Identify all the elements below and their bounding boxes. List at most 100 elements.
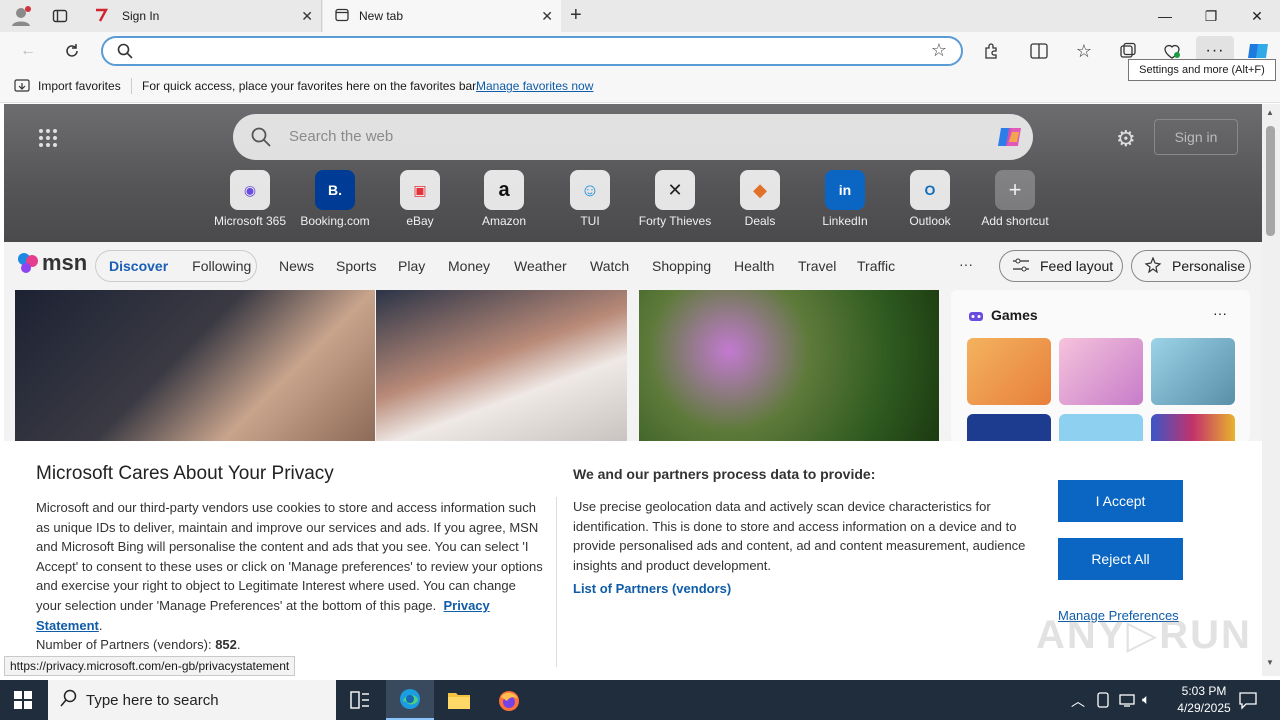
news-image-neurons[interactable] — [639, 290, 939, 442]
page-settings-gear-icon[interactable]: ⚙ — [1116, 126, 1136, 152]
vertical-scrollbar[interactable]: ▲ ▼ — [1262, 104, 1280, 676]
edge-taskbar-icon[interactable] — [386, 680, 434, 720]
scroll-up-icon[interactable]: ▲ — [1266, 108, 1274, 117]
msn-logo[interactable]: msn — [16, 250, 87, 276]
feed-layout-label: Feed layout — [1040, 258, 1114, 274]
nav-watch[interactable]: Watch — [590, 258, 629, 274]
windows-start-icon[interactable] — [14, 691, 32, 712]
hero-background: Search the web ⚙ Sign in ◉ Microsoft 365… — [4, 104, 1262, 242]
address-bar[interactable]: ☆ — [101, 36, 963, 66]
new-tab-plus-icon[interactable]: + — [570, 5, 582, 25]
firefox-icon[interactable] — [497, 689, 521, 716]
game-tile[interactable] — [1059, 338, 1143, 405]
games-panel: Games ··· — [951, 290, 1250, 444]
nav-more-icon[interactable]: ··· — [959, 256, 973, 272]
accept-button[interactable]: I Accept — [1058, 480, 1183, 522]
clock-time[interactable]: 5:03 PM — [1174, 684, 1234, 698]
profile-icon[interactable] — [10, 5, 32, 27]
settings-tooltip: Settings and more (Alt+F) — [1128, 59, 1276, 81]
scroll-thumb[interactable] — [1266, 126, 1275, 236]
import-favorites-icon — [14, 78, 30, 97]
nav-health[interactable]: Health — [734, 258, 774, 274]
shortcut-deals[interactable]: ◆ Deals — [715, 170, 805, 228]
msn-sign-in-button[interactable]: Sign in — [1154, 119, 1238, 155]
task-view-icon[interactable] — [350, 691, 370, 712]
privacy-divider — [556, 497, 557, 667]
ebay-icon: ▣ — [400, 170, 440, 210]
notifications-icon[interactable] — [1238, 690, 1258, 713]
list-of-partners-link[interactable]: List of Partners (vendors) — [573, 581, 731, 596]
nav-money[interactable]: Money — [448, 258, 490, 274]
scroll-down-icon[interactable]: ▼ — [1266, 658, 1274, 667]
copilot-icon[interactable] — [995, 122, 1025, 155]
nav-shopping[interactable]: Shopping — [652, 258, 711, 274]
manage-favorites-link[interactable]: Manage favorites now — [476, 79, 593, 93]
apps-grid-icon[interactable] — [38, 128, 58, 151]
close-window-icon[interactable]: ✕ — [1234, 0, 1280, 32]
shortcut-ebay[interactable]: ▣ eBay — [375, 170, 465, 228]
tray-device-icon[interactable] — [1096, 692, 1110, 711]
games-more-icon[interactable]: ··· — [1213, 305, 1227, 321]
game-tile[interactable] — [1151, 338, 1235, 405]
shortcut-microsoft-365[interactable]: ◉ Microsoft 365 — [205, 170, 295, 228]
forty-thieves-icon: ✕ — [655, 170, 695, 210]
anyrun-watermark: ANY▷RUN — [1036, 613, 1252, 657]
news-image-vaccine[interactable] — [376, 290, 627, 442]
game-tile[interactable] — [967, 414, 1051, 444]
refresh-icon[interactable] — [61, 40, 83, 62]
shortcut-booking[interactable]: B. Booking.com — [290, 170, 380, 228]
game-tile[interactable] — [1059, 414, 1143, 444]
web-search-box[interactable]: Search the web — [233, 114, 1033, 160]
shortcut-label: Microsoft 365 — [213, 214, 287, 228]
partners-count: 852 — [215, 637, 237, 653]
tab-title: New tab — [359, 9, 404, 23]
shortcut-linkedin[interactable]: in LinkedIn — [800, 170, 890, 228]
tab-new-tab[interactable]: New tab ✕ — [323, 0, 561, 32]
nav-traffic[interactable]: Traffic — [857, 258, 895, 274]
tray-chevron-icon[interactable]: ︿ — [1071, 691, 1085, 711]
reject-all-button[interactable]: Reject All — [1058, 538, 1183, 580]
close-tab-icon[interactable]: ✕ — [541, 8, 553, 25]
personalise-button[interactable]: Personalise — [1131, 250, 1251, 282]
volume-icon[interactable]: 🔈︎ — [1142, 691, 1150, 708]
shortcut-add[interactable]: + Add shortcut — [970, 170, 1060, 228]
taskbar-search[interactable]: Type here to search — [48, 680, 336, 720]
web-search-input[interactable]: Search the web — [289, 128, 393, 145]
close-tab-icon[interactable]: ✕ — [301, 8, 313, 25]
sliders-icon — [1012, 258, 1030, 275]
nav-weather[interactable]: Weather — [514, 258, 567, 274]
extensions-icon[interactable] — [980, 40, 1002, 62]
news-image-portrait[interactable] — [15, 290, 375, 442]
restore-icon[interactable]: ❐ — [1188, 0, 1234, 32]
shortcut-amazon[interactable]: a Amazon — [459, 170, 549, 228]
tab-actions-icon[interactable] — [52, 8, 68, 24]
minimize-icon[interactable]: — — [1142, 0, 1188, 32]
nav-travel[interactable]: Travel — [798, 258, 836, 274]
msn-logo-text: msn — [42, 250, 88, 275]
nav-play[interactable]: Play — [398, 258, 425, 274]
games-icon — [967, 306, 985, 327]
feed-layout-button[interactable]: Feed layout — [999, 250, 1123, 282]
shortcut-tui[interactable]: ☺ TUI — [545, 170, 635, 228]
search-icon — [251, 127, 271, 150]
game-tile[interactable] — [1151, 414, 1235, 444]
favorites-icon[interactable]: ☆ — [1073, 40, 1095, 62]
game-tile[interactable] — [967, 338, 1051, 405]
favorite-star-icon[interactable]: ☆ — [931, 40, 947, 61]
tab-following[interactable]: Following — [192, 258, 251, 274]
shortcut-forty-thieves[interactable]: ✕ Forty Thieves — [630, 170, 720, 228]
nav-news[interactable]: News — [279, 258, 314, 274]
favorites-hint: For quick access, place your favorites h… — [142, 79, 479, 93]
back-icon[interactable]: ← — [17, 40, 39, 62]
shortcut-outlook[interactable]: O Outlook — [885, 170, 975, 228]
import-favorites-button[interactable]: Import favorites — [38, 79, 121, 93]
tab-discover[interactable]: Discover — [109, 258, 168, 274]
network-icon[interactable] — [1119, 692, 1135, 711]
tab-sign-in[interactable]: Sign In ✕ — [84, 0, 322, 32]
split-screen-icon[interactable] — [1028, 40, 1050, 62]
taskbar-search-input[interactable]: Type here to search — [86, 692, 219, 709]
clock-date[interactable]: 4/29/2025 — [1170, 701, 1238, 715]
discover-following-toggle: Discover Following — [95, 250, 257, 282]
file-explorer-icon[interactable] — [447, 690, 471, 713]
nav-sports[interactable]: Sports — [336, 258, 376, 274]
